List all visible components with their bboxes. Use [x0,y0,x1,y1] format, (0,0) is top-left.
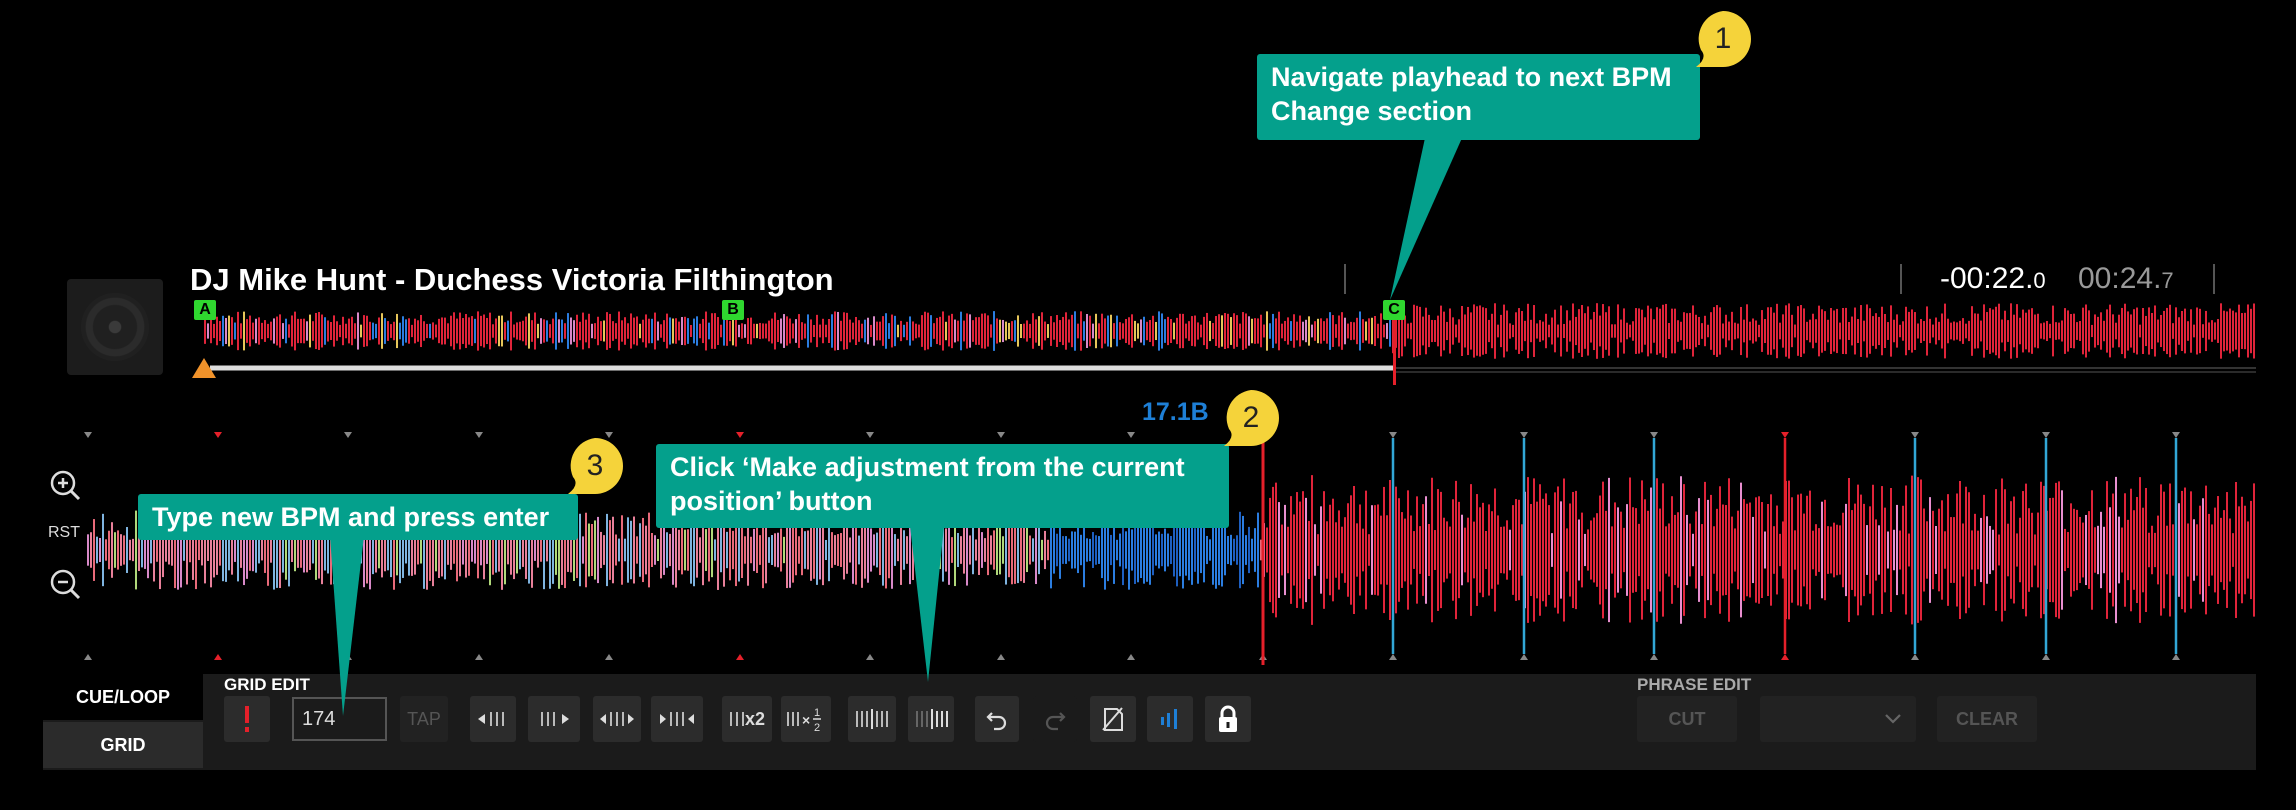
adjust-from-position-icon [916,709,948,729]
overview-waveform[interactable] [0,296,2296,386]
step-3-number: 3 [586,449,604,482]
time-remaining-main: -00:22. [1940,262,2034,295]
compress-grid-icon [660,712,694,726]
lock-icon [1219,705,1237,732]
redo-button[interactable] [1033,696,1077,742]
adjust-grid-icon [856,709,888,729]
cue-marker-a[interactable]: A [194,300,216,320]
phrase-edit-title: PHRASE EDIT [1637,675,1752,694]
callout-1-pointer [1390,138,1462,300]
zoom-in-icon[interactable] [46,466,86,506]
callout-3: Type new BPM and press enter [138,494,578,540]
step-1-number: 1 [1714,22,1732,55]
shift-right-icon [541,712,569,726]
shift-grid-left-button[interactable] [470,696,516,742]
time-elapsed: 00:24.7 [2078,262,2174,296]
phrase-cut-button[interactable]: CUT [1637,696,1737,742]
svg-text:1: 1 [814,707,820,719]
half-bpm-icon: × 1 2 [787,707,821,734]
grid-edit-title: GRID EDIT [224,675,310,694]
bpm-input[interactable] [292,697,387,741]
svg-text:2: 2 [814,722,820,734]
expand-grid-icon [600,712,634,726]
adjust-before-button[interactable] [848,696,896,742]
step-3-badge: 3 [566,437,624,495]
svg-text:×: × [802,712,810,728]
bpm-warning-button[interactable] [224,696,270,742]
beat-sync-button[interactable] [1147,696,1193,742]
time-separator-right [2213,264,2215,294]
callout-3-line1: Type new BPM and press enter [152,502,550,532]
expand-grid-button[interactable] [593,696,641,742]
time-separator-left [1900,264,1902,294]
redo-icon [1045,712,1066,731]
step-1-badge: 1 [1694,10,1752,68]
double-label: x2 [744,708,766,729]
callout-1-line1: Navigate playhead to next BPM [1271,62,1672,92]
time-elapsed-main: 00:24. [2078,262,2162,295]
undo-icon [986,712,1007,731]
make-adjustment-from-position-button[interactable] [908,696,954,742]
phrase-select-dropdown[interactable] [1760,696,1916,742]
grid-bars-icon [729,712,744,726]
grid-lock-button[interactable] [1205,696,1251,742]
phrase-clear-button[interactable]: CLEAR [1937,696,2037,742]
shift-left-icon [478,712,504,726]
step-2-number: 2 [1242,401,1260,434]
callout-1-line2: Change section [1271,96,1473,126]
time-elapsed-tenths: 7 [2161,268,2174,293]
zoom-out-icon[interactable] [46,565,86,605]
grid-clear-button[interactable] [1090,696,1136,742]
cue-marker-b[interactable]: B [722,300,744,320]
tab-grid[interactable]: GRID [43,722,203,768]
shift-grid-right-button[interactable] [528,696,580,742]
exclamation-icon [245,706,249,732]
callout-2: Click ‘Make adjustment from the current … [656,444,1229,528]
callout-2-line2: position’ button [670,486,873,516]
time-remaining: -00:22.0 [1940,262,2046,296]
step-2-badge: 2 [1222,389,1280,447]
undo-button[interactable] [975,696,1019,742]
grid-off-icon [1102,707,1123,731]
track-title: DJ Mike Hunt - Duchess Victoria Filthing… [190,262,834,297]
double-bpm-button[interactable]: x2 [722,696,772,742]
title-separator [1344,264,1346,294]
compress-grid-button[interactable] [651,696,703,742]
time-remaining-tenths: 0 [2033,268,2046,293]
callout-1: Navigate playhead to next BPM Change sec… [1257,54,1700,140]
half-bpm-button[interactable]: × 1 2 [781,696,831,742]
callout-2-line1: Click ‘Make adjustment from the current [670,452,1185,482]
zoom-reset-button[interactable]: RST [48,524,80,542]
beat-marker-icon [1161,709,1177,729]
tap-button[interactable]: TAP [400,696,448,742]
tab-cue-loop[interactable]: CUE/LOOP [43,674,203,720]
cue-marker-c[interactable]: C [1383,300,1405,320]
chevron-down-icon [1885,714,1901,724]
